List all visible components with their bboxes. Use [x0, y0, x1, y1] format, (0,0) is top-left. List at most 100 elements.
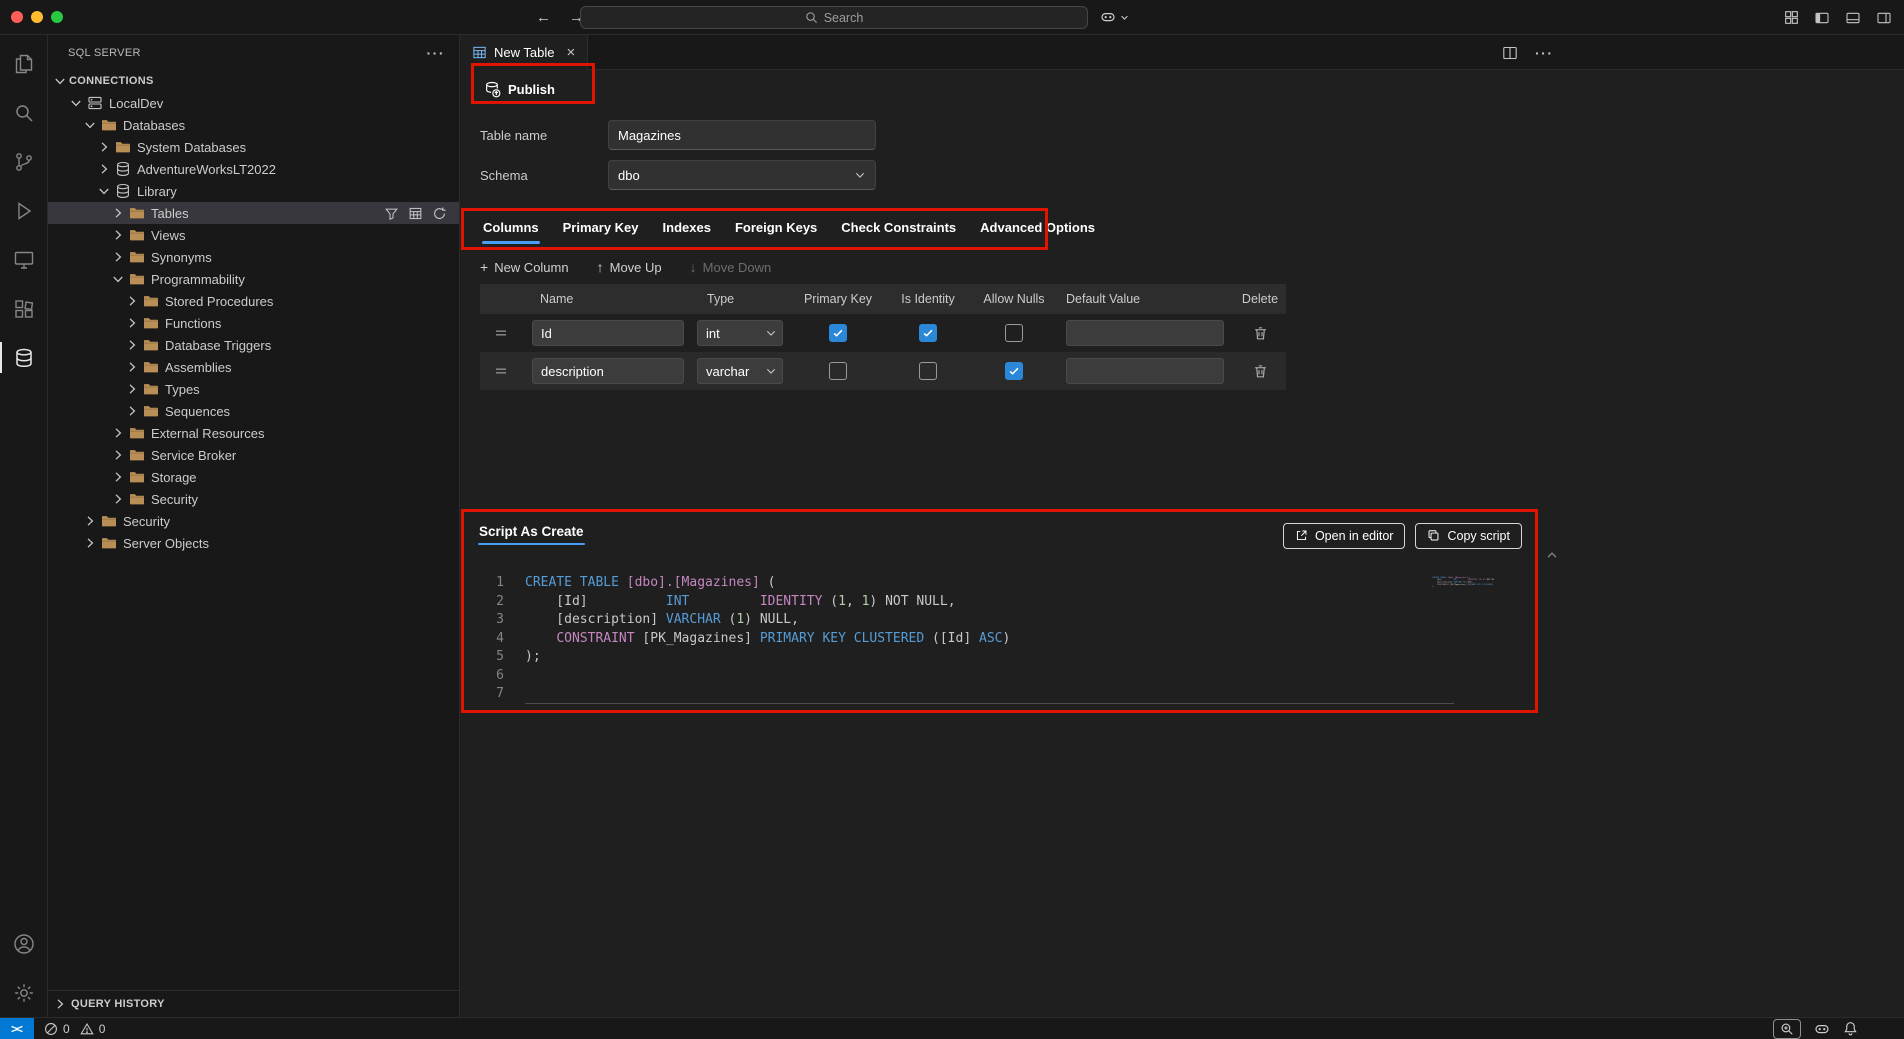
tree-item-functions[interactable]: Functions [48, 312, 459, 334]
tree-item-adventureworkslt2022[interactable]: AdventureWorksLT2022 [48, 158, 459, 180]
sidebar-more-actions-icon[interactable]: ··· [427, 45, 446, 61]
editor-more-actions-icon[interactable]: ··· [1535, 45, 1554, 61]
tree-item-tables[interactable]: Tables [48, 202, 459, 224]
tree-item-label: Assemblies [165, 360, 231, 375]
vscode-window: ← → Search [0, 0, 1904, 1039]
remote-explorer-icon[interactable] [0, 235, 47, 284]
tab-advanced-options[interactable]: Advanced Options [968, 212, 1107, 244]
problems-indicator[interactable]: 0 0 [34, 1022, 110, 1036]
search-view-icon[interactable] [0, 88, 47, 137]
tree-item-synonyms[interactable]: Synonyms [48, 246, 459, 268]
tree-item-server-objects[interactable]: Server Objects [48, 532, 459, 554]
table-name-input[interactable] [608, 120, 876, 150]
close-window-button[interactable] [11, 11, 23, 23]
column-type-select[interactable]: varchar [697, 358, 783, 384]
scrollbar-up-arrow[interactable] [1545, 548, 1559, 564]
tree-item-sequences[interactable]: Sequences [48, 400, 459, 422]
zoom-indicator[interactable] [1773, 1019, 1801, 1039]
delete-column-button[interactable] [1253, 326, 1268, 341]
tree-item-label: Functions [165, 316, 221, 331]
command-center-search[interactable]: Search [580, 6, 1088, 29]
code-line-3[interactable]: 3 [description] VARCHAR (1) NULL, [478, 611, 1454, 630]
tree-item-views[interactable]: Views [48, 224, 459, 246]
tab-columns[interactable]: Columns [471, 212, 551, 244]
connections-section-header[interactable]: CONNECTIONS [48, 70, 459, 92]
accounts-icon[interactable] [0, 919, 47, 968]
minimize-window-button[interactable] [31, 11, 43, 23]
tree-item-localdev[interactable]: LocalDev [48, 92, 459, 114]
tree-item-storage[interactable]: Storage [48, 466, 459, 488]
tree-item-types[interactable]: Types [48, 378, 459, 400]
code-line-4[interactable]: 4 CONSTRAINT [PK_Magazines] PRIMARY KEY … [478, 630, 1454, 649]
close-tab-icon[interactable]: × [566, 44, 575, 61]
toggle-primary-sidebar-icon[interactable] [1814, 10, 1830, 26]
tree-item-external-resources[interactable]: External Resources [48, 422, 459, 444]
schema-select[interactable]: dbo [608, 160, 876, 190]
source-control-icon[interactable] [0, 137, 47, 186]
default-value-input[interactable] [1066, 358, 1224, 384]
toggle-secondary-sidebar-icon[interactable] [1876, 10, 1892, 26]
explorer-icon[interactable] [0, 39, 47, 88]
tab-new-table[interactable]: New Table × [460, 35, 588, 70]
allow-nulls-checkbox[interactable] [1005, 362, 1023, 380]
copilot-menu[interactable] [1100, 9, 1130, 25]
is-identity-checkbox[interactable] [919, 362, 937, 380]
tab-indexes[interactable]: Indexes [651, 212, 723, 244]
maximize-window-button[interactable] [51, 11, 63, 23]
line-number: 5 [478, 648, 504, 667]
delete-column-button[interactable] [1253, 364, 1268, 379]
primary-key-checkbox[interactable] [829, 362, 847, 380]
drag-handle-icon[interactable] [493, 325, 509, 341]
tree-item-library[interactable]: Library [48, 180, 459, 202]
code-line-6[interactable]: 6 [478, 667, 1454, 686]
remote-indicator[interactable]: >< [0, 1018, 34, 1039]
minimap[interactable]: CREATE TABLE [dbo].[Magazines] ( [Id] IN… [1432, 576, 1494, 618]
tree-item-databases[interactable]: Databases [48, 114, 459, 136]
drag-handle-icon[interactable] [493, 363, 509, 379]
column-type-select[interactable]: int [697, 320, 783, 346]
table-icon[interactable] [408, 206, 423, 221]
query-history-section-header[interactable]: QUERY HISTORY [48, 990, 459, 1017]
extensions-icon[interactable] [0, 284, 47, 333]
script-as-create-tab[interactable]: Script As Create [478, 522, 585, 549]
sql-server-view-icon[interactable] [0, 333, 47, 382]
primary-key-checkbox[interactable] [829, 324, 847, 342]
publish-button[interactable]: Publish [480, 74, 559, 104]
chevron-right-icon [96, 139, 112, 155]
move-up-button[interactable]: ↑ Move Up [597, 259, 662, 275]
tab-foreign-keys[interactable]: Foreign Keys [723, 212, 829, 244]
go-back-button[interactable]: ← [536, 9, 551, 26]
open-in-editor-button[interactable]: Open in editor [1283, 523, 1406, 549]
sql-code-editor[interactable]: 1CREATE TABLE [dbo].[Magazines] (2 [Id] … [478, 574, 1454, 704]
code-line-1[interactable]: 1CREATE TABLE [dbo].[Magazines] ( [478, 574, 1454, 593]
default-value-input[interactable] [1066, 320, 1224, 346]
settings-gear-icon[interactable] [0, 968, 47, 1017]
code-line-7[interactable]: 7 [478, 685, 1454, 704]
filter-icon[interactable] [384, 206, 399, 221]
column-name-input[interactable] [532, 358, 684, 384]
tree-item-database-triggers[interactable]: Database Triggers [48, 334, 459, 356]
tree-item-security[interactable]: Security [48, 488, 459, 510]
tree-item-security[interactable]: Security [48, 510, 459, 532]
tab-primary-key[interactable]: Primary Key [551, 212, 651, 244]
code-line-5[interactable]: 5); [478, 648, 1454, 667]
refresh-icon[interactable] [432, 206, 447, 221]
tree-item-stored-procedures[interactable]: Stored Procedures [48, 290, 459, 312]
column-name-input[interactable] [532, 320, 684, 346]
notifications-bell-icon[interactable] [1843, 1021, 1858, 1036]
tree-item-programmability[interactable]: Programmability [48, 268, 459, 290]
tree-item-system-databases[interactable]: System Databases [48, 136, 459, 158]
copilot-status-icon[interactable] [1814, 1021, 1830, 1037]
split-editor-icon[interactable] [1502, 45, 1518, 61]
customize-layout-icon[interactable] [1784, 10, 1799, 25]
allow-nulls-checkbox[interactable] [1005, 324, 1023, 342]
toggle-panel-icon[interactable] [1845, 10, 1861, 26]
tree-item-service-broker[interactable]: Service Broker [48, 444, 459, 466]
code-line-2[interactable]: 2 [Id] INT IDENTITY (1, 1) NOT NULL, [478, 593, 1454, 612]
run-debug-icon[interactable] [0, 186, 47, 235]
new-column-button[interactable]: + New Column [480, 259, 569, 275]
tab-check-constraints[interactable]: Check Constraints [829, 212, 968, 244]
copy-script-button[interactable]: Copy script [1415, 523, 1522, 549]
is-identity-checkbox[interactable] [919, 324, 937, 342]
tree-item-assemblies[interactable]: Assemblies [48, 356, 459, 378]
